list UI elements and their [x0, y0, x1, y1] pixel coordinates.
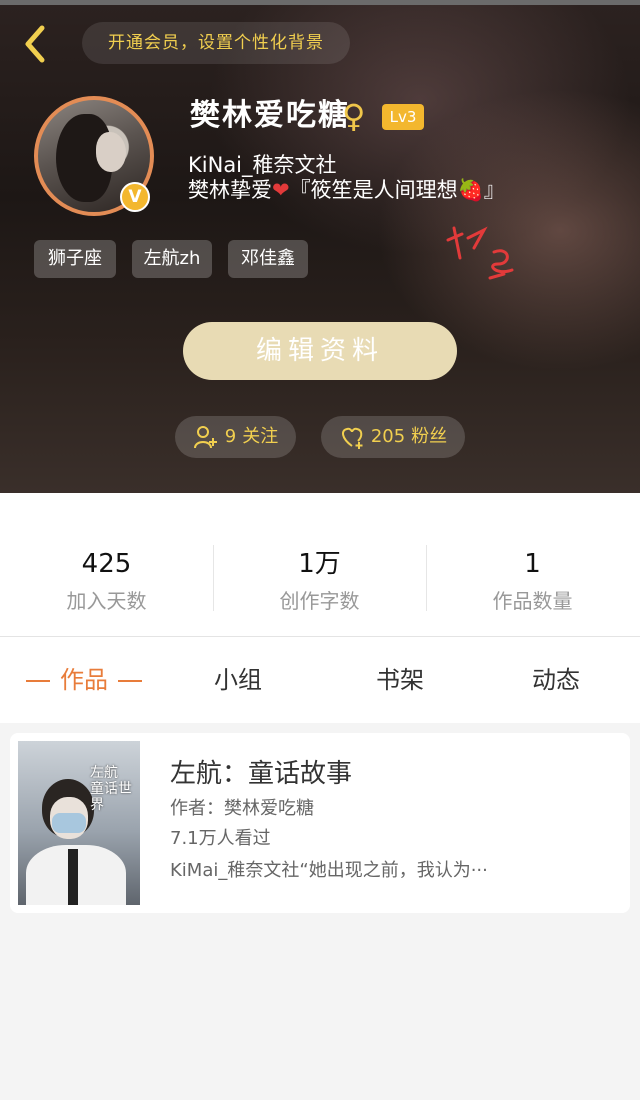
following-count: 9 — [224, 426, 237, 447]
back-button[interactable] — [16, 22, 56, 66]
tab-activity[interactable]: 动态 — [532, 637, 580, 723]
verified-badge-icon: V — [120, 182, 150, 212]
stat-value: 425 — [81, 549, 132, 579]
stat-label: 加入天数 — [66, 589, 147, 613]
divider — [426, 545, 427, 611]
tab-works[interactable]: 作品 — [16, 637, 152, 723]
add-user-icon — [193, 424, 219, 450]
chevron-left-icon — [25, 25, 45, 63]
stat-label: 作品数量 — [492, 589, 573, 613]
fans-button[interactable]: 205 粉丝 — [321, 416, 465, 458]
divider — [213, 545, 214, 611]
tab-label: 作品 — [60, 666, 108, 694]
work-author: 作者：樊林爱吃糖 — [170, 798, 314, 819]
vip-background-banner[interactable]: 开通会员，设置个性化背景 — [82, 22, 350, 64]
cover-title-text: 左航 童话世界 — [90, 765, 132, 813]
profile-tabs: 作品 小组 书架 动态 — [0, 637, 640, 723]
tag-zodiac[interactable]: 狮子座 — [34, 240, 116, 278]
cover-figure-mask — [52, 813, 86, 833]
profile-stats: 425 加入天数 1万 创作字数 1 作品数量 — [0, 493, 640, 636]
avatar-face — [96, 132, 126, 172]
tag-zuohang[interactable]: 左航zh — [132, 240, 212, 278]
following-label: 关注 — [242, 426, 279, 447]
stat-word-count: 1万 创作字数 — [213, 493, 426, 636]
stat-value: 1万 — [298, 549, 341, 579]
stat-value: 1 — [524, 549, 541, 579]
profile-header: 开通会员，设置个性化背景 V 樊林爱吃糖 ♀ Lv3 KiNai_稚奈文社 樊林… — [0, 0, 640, 493]
level-badge: Lv3 — [382, 104, 424, 130]
cover-figure-tie — [68, 849, 78, 905]
work-description: KiMai_稚奈文社“她出现之前，我认为··· — [170, 860, 488, 881]
tag-dengjiaxin[interactable]: 邓佳鑫 — [228, 240, 308, 278]
work-views: 7.1万人看过 — [170, 828, 271, 849]
stat-join-days: 425 加入天数 — [0, 493, 213, 636]
bio-line-2-suffix: 『筱笙是人间理想🍓』 — [289, 178, 505, 202]
edit-profile-button[interactable]: 编辑资料 — [183, 322, 457, 380]
following-button[interactable]: 9 关注 — [175, 416, 296, 458]
status-bar-strip — [0, 0, 640, 5]
fans-count: 205 — [370, 426, 406, 447]
handwritten-scribble-decoration — [446, 226, 514, 280]
bio-line-1: KiNai_稚奈文社 — [188, 153, 337, 177]
stat-work-count: 1 作品数量 — [426, 493, 639, 636]
bio-line-2: 樊林挚爱❤『筱笙是人间理想🍓』 — [188, 177, 505, 203]
heart-icon: ❤ — [272, 178, 290, 202]
bio-line-2-prefix: 樊林挚爱 — [188, 178, 272, 202]
tab-active-dash — [26, 680, 50, 682]
username: 樊林爱吃糖 — [190, 98, 350, 133]
heart-plus-icon — [339, 424, 365, 450]
fans-label: 粉丝 — [411, 426, 448, 447]
tab-groups[interactable]: 小组 — [214, 637, 262, 723]
work-cover-image[interactable]: 左航 童话世界 — [18, 741, 140, 905]
work-title[interactable]: 左航：童话故事 — [170, 757, 352, 791]
stat-label: 创作字数 — [279, 589, 360, 613]
work-card[interactable]: 左航 童话世界 左航：童话故事 作者：樊林爱吃糖 7.1万人看过 KiMai_稚… — [10, 733, 630, 913]
tab-bookshelf[interactable]: 书架 — [376, 637, 424, 723]
tab-active-dash — [118, 680, 142, 682]
female-gender-icon: ♀ — [342, 97, 366, 135]
